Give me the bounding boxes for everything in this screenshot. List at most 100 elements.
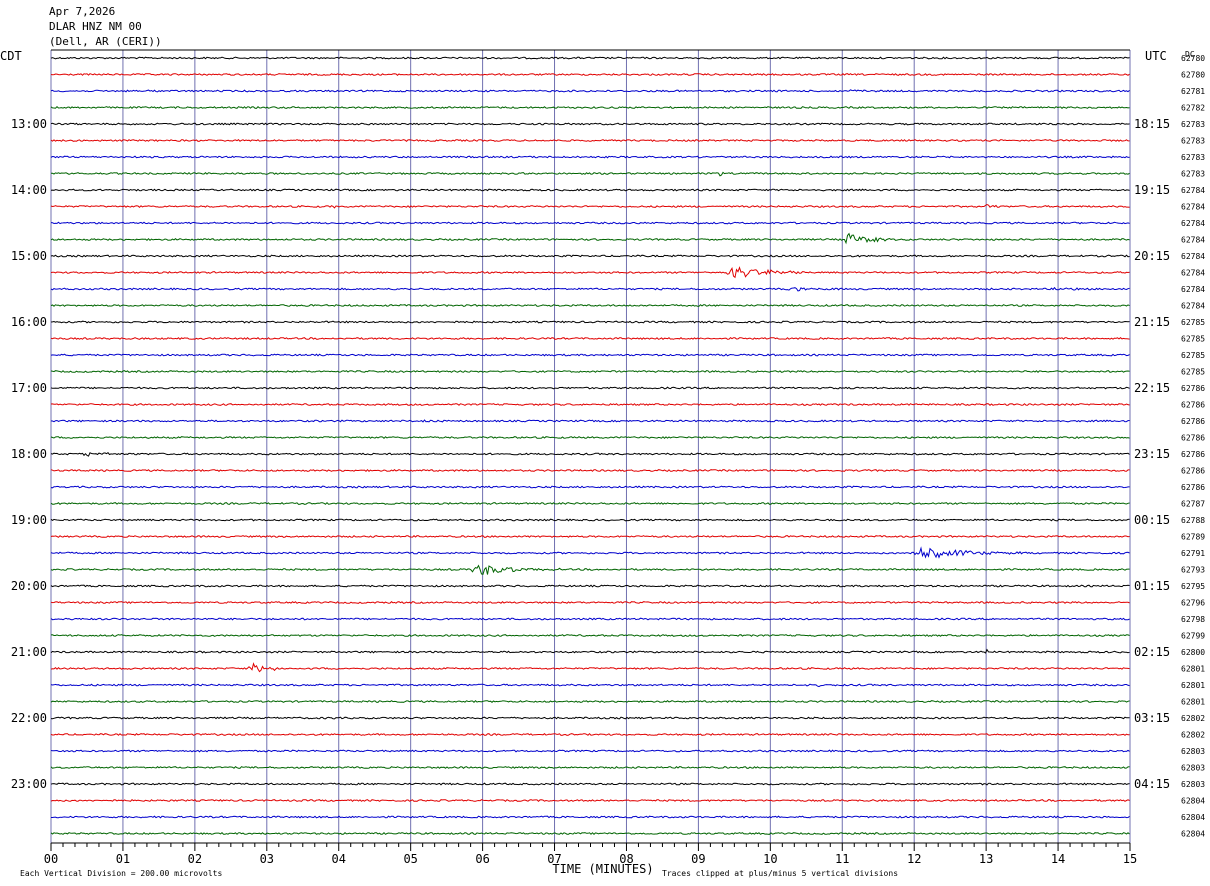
- seismic-trace: [50, 320, 1130, 324]
- utc-hour-label: 23:15: [1134, 447, 1170, 461]
- cdt-hour-label: 14:00: [11, 183, 47, 197]
- x-tick-label: 05: [403, 852, 417, 866]
- x-tick-label: 01: [116, 852, 130, 866]
- dc-offset-label: 62780: [1181, 71, 1205, 80]
- cdt-hour-label: 17:00: [11, 381, 47, 395]
- utc-hour-label: 04:15: [1134, 777, 1170, 791]
- seismic-trace: [50, 403, 1130, 406]
- utc-hour-label: 22:15: [1134, 381, 1170, 395]
- dc-offset-label: 62801: [1181, 665, 1205, 674]
- dc-offset-label: 62798: [1181, 615, 1205, 624]
- seismogram-plot: 62780 62780 62781 62782 62783 62783 62783 62783…: [0, 0, 1210, 886]
- utc-timezone-label: UTC: [1145, 49, 1167, 63]
- seismic-trace: [50, 518, 1130, 522]
- dc-offset-label: 62785: [1181, 351, 1205, 360]
- dc-offset-label: 62784: [1181, 269, 1205, 278]
- seismic-trace: [50, 106, 1130, 109]
- seismic-trace: [50, 221, 1130, 225]
- dc-offset-label: 62788: [1181, 516, 1205, 525]
- seismic-trace: [50, 370, 1130, 373]
- seismic-trace: [50, 203, 1130, 209]
- dc-offset-label: 62785: [1181, 318, 1205, 327]
- seismic-trace: [50, 799, 1130, 802]
- dc-offset-label: 62783: [1181, 170, 1205, 179]
- seismic-trace: [50, 716, 1130, 720]
- x-tick-label: 10: [763, 852, 777, 866]
- dc-offset-label: 62786: [1181, 401, 1205, 410]
- dc-offset-label: 62801: [1181, 698, 1205, 707]
- cdt-hour-label: 19:00: [11, 513, 47, 527]
- dc-offset-label: 62786: [1181, 417, 1205, 426]
- dc-offset-label: 62801: [1181, 681, 1205, 690]
- seismic-trace: [50, 188, 1130, 192]
- dc-offset-label: 62803: [1181, 780, 1205, 789]
- seismic-trace: [50, 89, 1130, 93]
- dc-offset-label: 62783: [1181, 137, 1205, 146]
- seismic-trace: [50, 584, 1130, 588]
- seismic-trace: [50, 353, 1130, 357]
- x-tick-label: 15: [1123, 852, 1137, 866]
- seismic-trace: [50, 266, 1130, 279]
- seismic-trace: [50, 535, 1130, 538]
- seismic-trace: [50, 485, 1130, 489]
- cdt-hour-label: 15:00: [11, 249, 47, 263]
- dc-offset-label: 62793: [1181, 566, 1205, 575]
- x-tick-label: 02: [188, 852, 202, 866]
- seismic-trace: [50, 732, 1130, 736]
- x-tick-label: 04: [332, 852, 346, 866]
- cdt-hour-label: 20:00: [11, 579, 47, 593]
- dc-offset-label: 62789: [1181, 533, 1205, 542]
- dc-offset-label: 62784: [1181, 203, 1205, 212]
- cdt-hour-label: 22:00: [11, 711, 47, 725]
- seismic-trace: [50, 634, 1130, 637]
- dc-offset-label: 62787: [1181, 500, 1205, 509]
- x-tick-label: 13: [979, 852, 993, 866]
- x-axis-title: TIME (MINUTES): [552, 862, 653, 876]
- utc-hour-label: 21:15: [1134, 315, 1170, 329]
- seismic-trace: [50, 419, 1130, 423]
- seismic-trace: [50, 831, 1130, 835]
- seismic-trace: [50, 435, 1130, 439]
- dc-offset-label: 62784: [1181, 236, 1205, 245]
- dc-offset-label: 62786: [1181, 434, 1205, 443]
- dc-offset-label: 62803: [1181, 747, 1205, 756]
- seismic-trace: [50, 56, 1130, 60]
- seismic-trace: [50, 452, 1130, 457]
- dc-offset-label: 62786: [1181, 467, 1205, 476]
- utc-hour-label: 18:15: [1134, 117, 1170, 131]
- x-tick-label: 03: [260, 852, 274, 866]
- dc-offset-label: 62804: [1181, 813, 1205, 822]
- seismic-trace: [50, 662, 1130, 673]
- seismic-trace: [50, 564, 1130, 575]
- seismic-trace: [50, 304, 1130, 307]
- cdt-hour-label: 21:00: [11, 645, 47, 659]
- utc-hour-label: 03:15: [1134, 711, 1170, 725]
- trace-group: [50, 56, 1130, 835]
- cdt-hour-label: 13:00: [11, 117, 47, 131]
- seismic-trace: [50, 122, 1130, 126]
- seismic-trace: [50, 648, 1130, 654]
- dc-offset-label: 62795: [1181, 582, 1205, 591]
- seismic-trace: [50, 337, 1130, 340]
- seismic-trace: [50, 766, 1130, 769]
- seismic-trace: [50, 601, 1130, 604]
- dc-offset-label: 62791: [1181, 549, 1205, 558]
- seismic-trace: [51, 815, 1130, 819]
- seismic-trace: [50, 286, 1130, 292]
- seismic-trace: [50, 386, 1130, 390]
- cdt-hour-label: 23:00: [11, 777, 47, 791]
- dc-offset-label: 62784: [1181, 219, 1205, 228]
- dc-offset-label: 62781: [1181, 87, 1205, 96]
- dc-offset-label: 62784: [1181, 285, 1205, 294]
- dc-offset-label: 62784: [1181, 252, 1205, 261]
- dc-offset-label: 62786: [1181, 483, 1205, 492]
- utc-hour-label: 19:15: [1134, 183, 1170, 197]
- seismic-trace: [50, 171, 1130, 177]
- dc-offset-label: 62803: [1181, 764, 1205, 773]
- x-tick-label: 09: [691, 852, 705, 866]
- seismic-trace: [50, 73, 1130, 76]
- utc-hour-label: 20:15: [1134, 249, 1170, 263]
- x-tick-label: 00: [44, 852, 58, 866]
- dc-offset-label: 62802: [1181, 731, 1205, 740]
- dc-header-label: DC: [1185, 50, 1195, 59]
